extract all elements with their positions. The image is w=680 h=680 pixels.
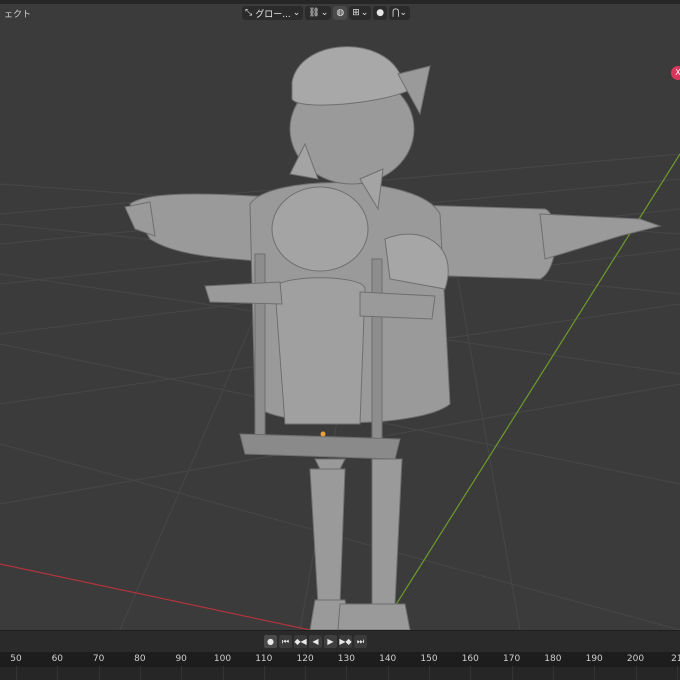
editor-mode-label[interactable]: ェクト <box>4 7 31 20</box>
playback-controls: ● ⏮ ◆◀ ◀ ▶ ▶◆ ⏭ <box>264 635 367 648</box>
play-button[interactable]: ▶ <box>324 635 337 648</box>
play-reverse-button[interactable]: ◀ <box>309 635 322 648</box>
x-axis-line <box>0 563 311 630</box>
jump-end-button[interactable]: ⏭ <box>354 635 367 648</box>
falloff-curve-icon: ⋂ <box>392 8 400 18</box>
timeline-tick-line <box>346 666 348 680</box>
snap-grid-icon: ⊞ <box>352 8 360 18</box>
character-model[interactable] <box>124 46 662 630</box>
timeline-tick-label: 110 <box>255 654 273 664</box>
chevron-down-icon: ⌄ <box>320 8 329 18</box>
timeline-tick-label: 100 <box>213 654 232 664</box>
timeline-tick-line <box>594 666 596 680</box>
timeline-ruler[interactable]: 50 60 70 80 90 100 110 120 130 140 150 160 170 180 190… <box>0 652 680 680</box>
orientation-label: グロー... <box>255 9 291 20</box>
timeline-tick-label: 60 <box>51 654 64 664</box>
timeline-tick-label: 170 <box>503 654 521 664</box>
link-icon: ⛓ <box>308 8 320 18</box>
timeline-tick-line <box>676 666 678 680</box>
transform-orientation-dropdown[interactable]: ⤡ グロー... ⌄ <box>242 6 304 20</box>
timeline-tick-label: 180 <box>544 654 562 664</box>
timeline-tick-line <box>16 666 17 680</box>
prev-keyframe-button[interactable]: ◆◀ <box>294 635 307 648</box>
viewport-scene <box>0 46 680 630</box>
timeline-tick-label: 200 <box>626 654 645 664</box>
timeline-track[interactable] <box>0 667 680 680</box>
timeline-tick-label: 50 <box>10 654 22 664</box>
falloff-dropdown[interactable]: ⋂ ⌄ <box>389 6 411 20</box>
timeline-tick-line <box>552 666 554 680</box>
timeline-tick-label: 150 <box>420 654 438 664</box>
playback-bar: ● ⏮ ◆◀ ◀ ▶ ▶◆ ⏭ <box>0 630 680 653</box>
timeline-tick-line <box>511 666 513 680</box>
chevron-down-icon: ⌄ <box>360 8 369 18</box>
chevron-down-icon: ⌄ <box>292 8 301 18</box>
proportional-edit-icon: ● <box>376 8 385 18</box>
timeline-tick-line <box>181 666 183 680</box>
timeline-tick-line <box>429 666 430 680</box>
timeline-tick-line <box>57 666 59 680</box>
timeline-tick-label: 80 <box>134 654 146 664</box>
timeline-tick-line <box>387 666 389 680</box>
transform-tools: ⤡ グロー... ⌄ ⛓ ⌄ ◍ ⊞ ⌄ ● ⋂ ⌄ <box>242 6 411 20</box>
object-origin <box>320 431 326 437</box>
timeline-tick-label: 120 <box>296 654 314 664</box>
timeline-tick-label: 190 <box>585 654 603 664</box>
timeline-tick-line <box>470 666 472 680</box>
snap-toggle[interactable]: ◍ <box>333 6 348 20</box>
next-keyframe-button[interactable]: ▶◆ <box>339 635 352 648</box>
timeline-tick-line <box>305 666 307 680</box>
timeline-tick-label: 90 <box>175 654 187 664</box>
timeline-tick-label: 140 <box>379 654 397 664</box>
timeline-tick-label: 130 <box>337 654 355 664</box>
timeline-tick-label: 21 <box>671 654 680 664</box>
timeline-tick-line <box>222 666 224 680</box>
proportional-edit-toggle[interactable]: ● <box>373 6 388 20</box>
record-button[interactable]: ● <box>264 635 277 648</box>
timeline-tick-line <box>139 666 141 680</box>
pivot-point-button[interactable]: ⛓ ⌄ <box>305 6 332 20</box>
timeline-tick-line <box>635 666 637 680</box>
jump-start-button[interactable]: ⏮ <box>279 635 292 648</box>
snap-target-dropdown[interactable]: ⊞ ⌄ <box>349 6 372 20</box>
timeline-tick-label: 70 <box>92 654 105 664</box>
3d-viewport[interactable] <box>0 4 680 630</box>
chevron-down-icon: ⌄ <box>399 8 408 18</box>
orientation-icon: ⤡ <box>245 8 253 18</box>
timeline-tick-line <box>98 666 100 680</box>
viewport-header: ェクト ⤡ グロー... ⌄ ⛓ ⌄ ◍ ⊞ ⌄ ● ⋂ ⌄ <box>0 4 680 22</box>
blender-window: ェクト ⤡ グロー... ⌄ ⛓ ⌄ ◍ ⊞ ⌄ ● ⋂ ⌄ X ● ⏮ ◆◀ … <box>0 0 680 680</box>
gizmo-x-label: X <box>675 68 680 77</box>
timeline-tick-line <box>263 666 265 680</box>
timeline-tick-label: 160 <box>461 654 479 664</box>
navigation-gizmo-x[interactable]: X <box>671 66 680 80</box>
magnet-icon: ◍ <box>336 8 345 18</box>
